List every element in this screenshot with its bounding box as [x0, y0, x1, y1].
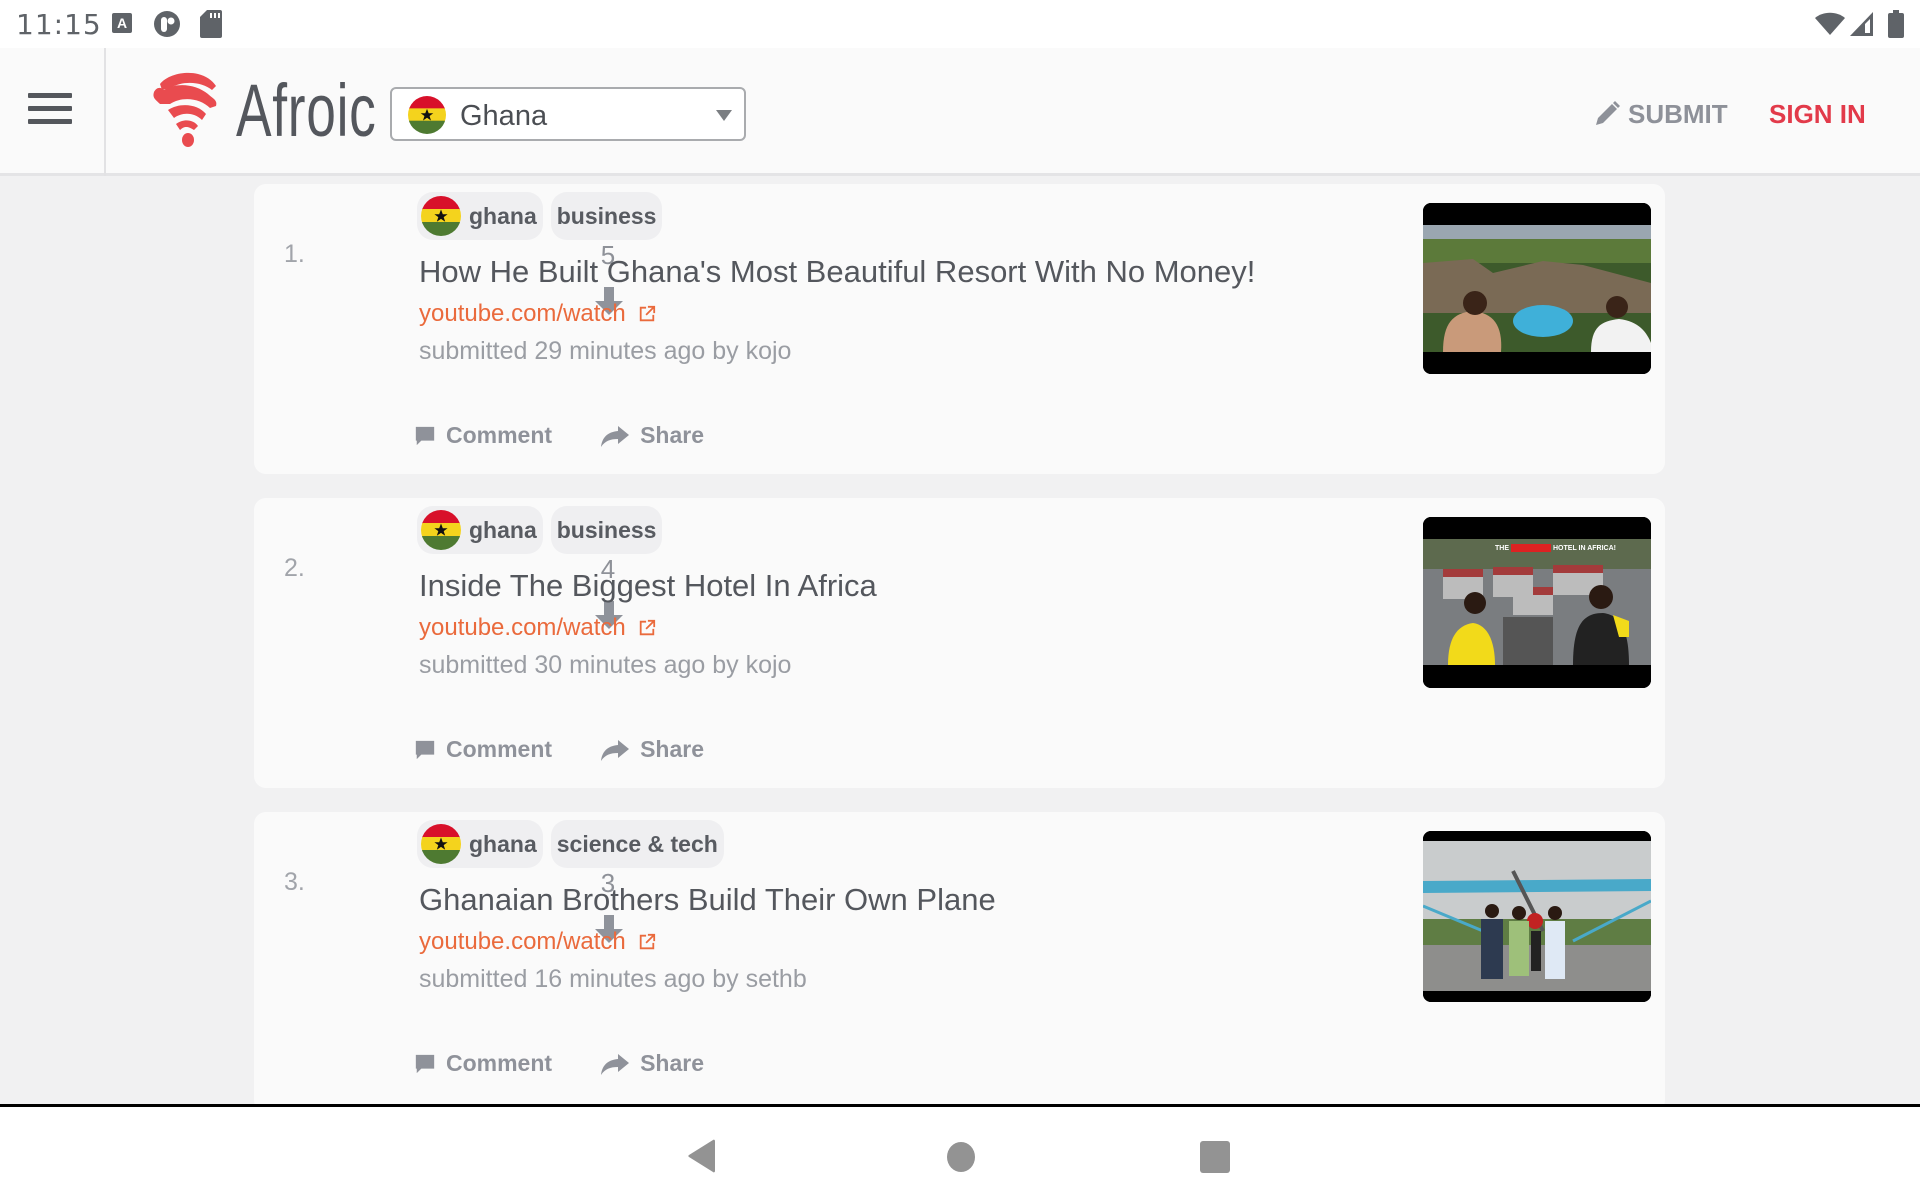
post-link-text: youtube.com/watch — [419, 928, 626, 955]
sign-in-button[interactable]: SIGN IN — [1769, 94, 1866, 134]
share-button[interactable]: Share — [600, 736, 704, 763]
post-link-text: youtube.com/watch — [419, 614, 626, 641]
comment-icon — [414, 739, 436, 761]
afroic-logo-icon[interactable] — [146, 68, 232, 154]
ghana-flag-icon — [421, 824, 461, 864]
tag-category[interactable]: science & tech — [550, 820, 724, 868]
status-bar: 11:15 A — [0, 0, 1920, 48]
post-meta: submitted 30 minutes ago by kojo — [419, 651, 792, 679]
post-rank: 2. — [284, 554, 305, 582]
share-button[interactable]: Share — [600, 422, 704, 449]
comment-icon — [414, 425, 436, 447]
header-divider — [104, 48, 106, 176]
tag-country[interactable]: ghana — [417, 192, 543, 240]
post-card: 3. 3 ghana science & tech Ghanaian Broth… — [254, 812, 1665, 1112]
svg-text:THE: THE — [1495, 545, 1509, 552]
country-select-value: Ghana — [460, 100, 548, 132]
plane-video-thumbnail[interactable] — [1423, 831, 1651, 1002]
comment-button[interactable]: Comment — [414, 422, 552, 449]
comment-label: Comment — [446, 422, 553, 448]
post-link[interactable]: youtube.com/watch — [419, 614, 656, 642]
post-rank: 1. — [284, 240, 305, 268]
cellular-signal-icon — [1850, 12, 1873, 36]
post-rank: 3. — [284, 868, 305, 896]
share-icon — [600, 738, 630, 762]
post-actions: Comment Share — [414, 422, 704, 449]
share-label: Share — [640, 422, 704, 448]
status-time: 11:15 — [16, 8, 102, 41]
post-meta: submitted 16 minutes ago by sethb — [419, 965, 807, 993]
comment-icon — [414, 1053, 436, 1075]
tag-country[interactable]: ghana — [417, 506, 543, 554]
submit-label: SUBMIT — [1628, 98, 1728, 129]
tag-country-label: ghana — [469, 516, 537, 543]
share-icon — [600, 1052, 630, 1076]
pencil-icon — [1596, 101, 1620, 125]
sign-in-label: SIGN IN — [1769, 98, 1866, 129]
home-button[interactable] — [946, 1141, 976, 1173]
post-link[interactable]: youtube.com/watch — [419, 300, 656, 328]
sd-card-icon — [200, 10, 222, 38]
share-icon — [600, 424, 630, 448]
svg-text:A: A — [117, 15, 127, 31]
external-link-icon — [638, 619, 656, 637]
hotel-video-thumbnail[interactable]: THE HOTEL IN AFRICA! — [1423, 517, 1651, 688]
comment-label: Comment — [446, 1050, 553, 1076]
back-button[interactable] — [688, 1139, 716, 1173]
recents-button[interactable] — [1200, 1141, 1230, 1173]
hamburger-menu-icon[interactable] — [28, 93, 72, 127]
tag-category-label: business — [556, 202, 657, 229]
battery-icon — [1888, 10, 1904, 38]
tag-country[interactable]: ghana — [417, 820, 543, 868]
post-card: 1. 5 ghana business How He Built Ghana's… — [254, 184, 1665, 474]
post-link-text: youtube.com/watch — [419, 300, 626, 327]
tag-category-label: business — [556, 516, 657, 543]
wifi-icon — [1815, 12, 1845, 35]
tag-category[interactable]: business — [550, 506, 663, 554]
country-select[interactable]: Ghana — [390, 87, 746, 141]
share-label: Share — [640, 1050, 704, 1076]
post-tags: ghana business — [417, 506, 663, 554]
share-label: Share — [640, 736, 704, 762]
tag-category[interactable]: business — [550, 192, 663, 240]
resort-video-thumbnail[interactable] — [1423, 203, 1651, 374]
app-header: Afroic Ghana SUBMIT SIGN IN — [0, 48, 1920, 176]
post-title[interactable]: Inside The Biggest Hotel In Africa — [419, 568, 877, 604]
ghana-flag-icon — [408, 96, 446, 134]
ghana-flag-icon — [421, 510, 461, 550]
chevron-down-icon — [716, 110, 732, 121]
comment-button[interactable]: Comment — [414, 736, 552, 763]
external-link-icon — [638, 933, 656, 951]
post-actions: Comment Share — [414, 736, 704, 763]
text-input-icon: A — [112, 13, 132, 33]
svg-text:HOTEL IN AFRICA!: HOTEL IN AFRICA! — [1553, 545, 1616, 552]
post-link[interactable]: youtube.com/watch — [419, 928, 656, 956]
comment-label: Comment — [446, 736, 553, 762]
external-link-icon — [638, 305, 656, 323]
tag-category-label: science & tech — [556, 830, 718, 857]
post-tags: ghana science & tech — [417, 820, 724, 868]
post-card: 2. 4 ghana business Inside The Biggest H… — [254, 498, 1665, 788]
post-meta: submitted 29 minutes ago by kojo — [419, 337, 792, 365]
share-button[interactable]: Share — [600, 1050, 704, 1077]
tag-country-label: ghana — [469, 830, 537, 857]
android-nav-bar — [0, 1104, 1920, 1200]
brand-name[interactable]: Afroic — [236, 66, 377, 156]
post-title[interactable]: How He Built Ghana's Most Beautiful Reso… — [419, 254, 1255, 290]
ghana-flag-icon — [421, 196, 461, 236]
tag-country-label: ghana — [469, 202, 537, 229]
post-title[interactable]: Ghanaian Brothers Build Their Own Plane — [419, 882, 996, 918]
post-tags: ghana business — [417, 192, 663, 240]
comment-button[interactable]: Comment — [414, 1050, 552, 1077]
app-notification-icon — [154, 11, 180, 37]
submit-button[interactable]: SUBMIT — [1594, 94, 1728, 134]
post-actions: Comment Share — [414, 1050, 704, 1077]
